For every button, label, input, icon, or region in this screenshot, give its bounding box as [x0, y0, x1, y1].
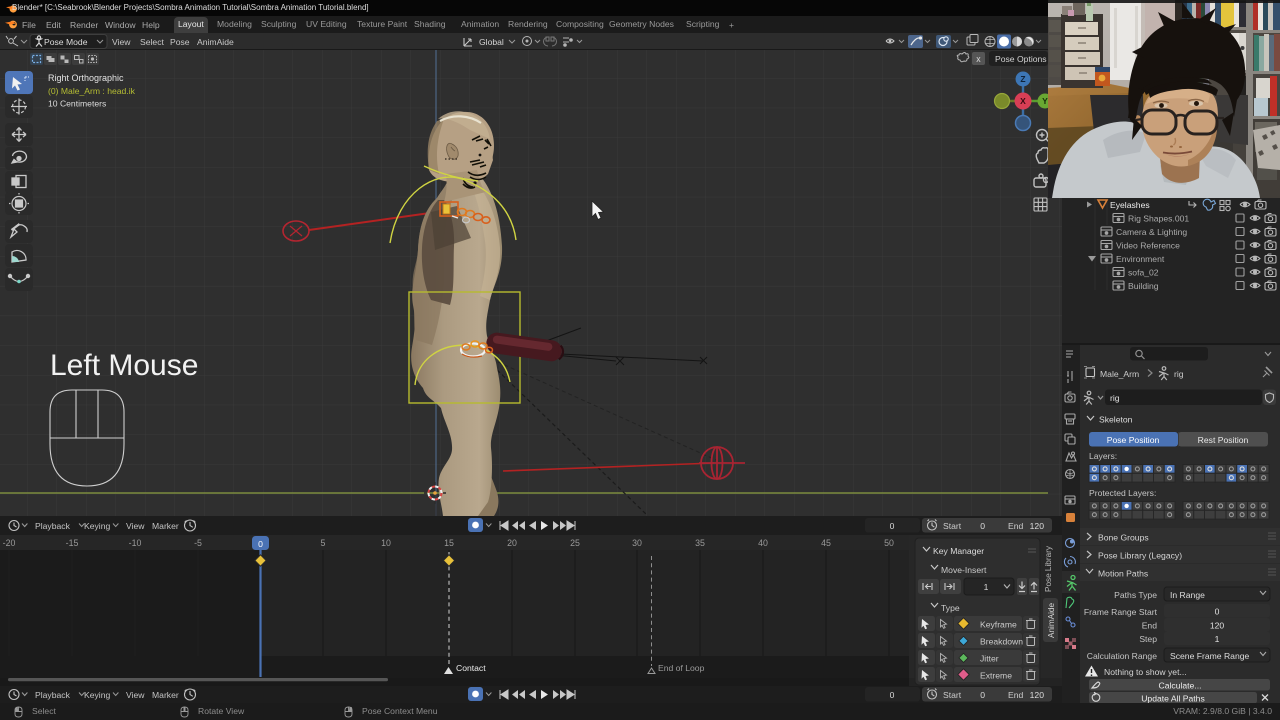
- svg-text:Breakdown: Breakdown: [980, 637, 1023, 647]
- svg-text:Pose Library (Legacy): Pose Library (Legacy): [1098, 551, 1182, 561]
- svg-text:Z: Z: [1020, 74, 1025, 84]
- svg-text:Environment: Environment: [1116, 254, 1165, 264]
- svg-text:Nothing to show yet...: Nothing to show yet...: [1104, 667, 1187, 677]
- svg-text:Skeleton: Skeleton: [1099, 415, 1133, 425]
- svg-text:Paths Type: Paths Type: [1114, 590, 1157, 600]
- svg-text:-5: -5: [194, 538, 202, 548]
- svg-text:Protected Layers:: Protected Layers:: [1089, 488, 1156, 498]
- svg-text:Right Orthographic: Right Orthographic: [48, 73, 124, 83]
- svg-text:Pose Options: Pose Options: [995, 54, 1047, 64]
- svg-text:Pose Library: Pose Library: [1044, 545, 1053, 592]
- svg-text:1: 1: [1215, 634, 1220, 644]
- svg-text:10 Centimeters: 10 Centimeters: [48, 99, 106, 109]
- svg-text:Move-Insert: Move-Insert: [941, 565, 987, 575]
- svg-text:20: 20: [507, 538, 517, 548]
- svg-text:Contact: Contact: [456, 663, 486, 673]
- svg-text:Frame Range Start: Frame Range Start: [1084, 607, 1158, 617]
- svg-text:Calculate...: Calculate...: [1159, 681, 1202, 691]
- svg-text:-10: -10: [129, 538, 142, 548]
- svg-text:Step: Step: [1139, 634, 1157, 644]
- svg-text:Marker: Marker: [152, 521, 179, 531]
- svg-text:Eyelashes: Eyelashes: [1110, 200, 1150, 210]
- svg-text:Motion Paths: Motion Paths: [1098, 569, 1148, 579]
- svg-text:Male_Arm: Male_Arm: [1100, 369, 1139, 379]
- svg-text:sofa_02: sofa_02: [1128, 268, 1159, 278]
- svg-text:40: 40: [758, 538, 768, 548]
- svg-text:Extreme: Extreme: [980, 671, 1012, 681]
- svg-text:Camera & Lighting: Camera & Lighting: [1116, 227, 1187, 237]
- svg-text:1: 1: [984, 582, 989, 592]
- svg-text:Rig Shapes.001: Rig Shapes.001: [1128, 214, 1189, 224]
- svg-text:-20: -20: [3, 538, 16, 548]
- svg-text:15: 15: [444, 538, 454, 548]
- svg-text:Start: Start: [943, 521, 962, 531]
- svg-text:Calculation Range: Calculation Range: [1087, 651, 1157, 661]
- svg-text:rig: rig: [1110, 393, 1120, 403]
- svg-text:45: 45: [821, 538, 831, 548]
- svg-text:10: 10: [381, 538, 391, 548]
- svg-text:0: 0: [258, 539, 263, 549]
- svg-text:5: 5: [321, 538, 326, 548]
- svg-text:Jitter: Jitter: [980, 654, 999, 664]
- svg-text:End of Loop: End of Loop: [658, 663, 705, 673]
- svg-text:50: 50: [884, 538, 894, 548]
- svg-text:Layers:: Layers:: [1089, 451, 1117, 461]
- svg-text:In Range: In Range: [1170, 590, 1205, 600]
- svg-text:View: View: [126, 521, 145, 531]
- svg-text:End: End: [1008, 521, 1024, 531]
- svg-text:Type: Type: [941, 603, 960, 613]
- svg-text:Left Mouse: Left Mouse: [50, 349, 198, 382]
- svg-text:Keyframe: Keyframe: [980, 620, 1017, 630]
- svg-text:-15: -15: [66, 538, 79, 548]
- svg-text:120: 120: [1210, 621, 1225, 631]
- svg-text:End: End: [1142, 621, 1158, 631]
- svg-text:Key Manager: Key Manager: [933, 546, 984, 556]
- svg-text:(0) Male_Arm : head.ik: (0) Male_Arm : head.ik: [48, 86, 136, 96]
- svg-text:30: 30: [632, 538, 642, 548]
- svg-text:Playback: Playback: [35, 521, 71, 531]
- svg-text:25: 25: [570, 538, 580, 548]
- svg-text:Building: Building: [1128, 281, 1159, 291]
- svg-text:0: 0: [1215, 607, 1220, 617]
- svg-text:x: x: [976, 54, 981, 64]
- svg-text:0: 0: [890, 521, 895, 531]
- svg-text:Rest Position: Rest Position: [1198, 435, 1249, 445]
- svg-text:120: 120: [1030, 521, 1045, 531]
- svg-text:Keying: Keying: [84, 521, 110, 531]
- svg-text:Update All Paths: Update All Paths: [1141, 694, 1205, 704]
- svg-text:rig: rig: [1174, 369, 1184, 379]
- svg-text:Video Reference: Video Reference: [1116, 241, 1180, 251]
- svg-text:X: X: [1020, 96, 1026, 106]
- svg-text:Scene Frame Range: Scene Frame Range: [1170, 651, 1250, 661]
- svg-text:35: 35: [695, 538, 705, 548]
- svg-text:0: 0: [980, 521, 985, 531]
- svg-text:AnimAide: AnimAide: [1047, 603, 1056, 638]
- svg-text:Pose Position: Pose Position: [1107, 435, 1160, 445]
- svg-text:Bone Groups: Bone Groups: [1098, 533, 1149, 543]
